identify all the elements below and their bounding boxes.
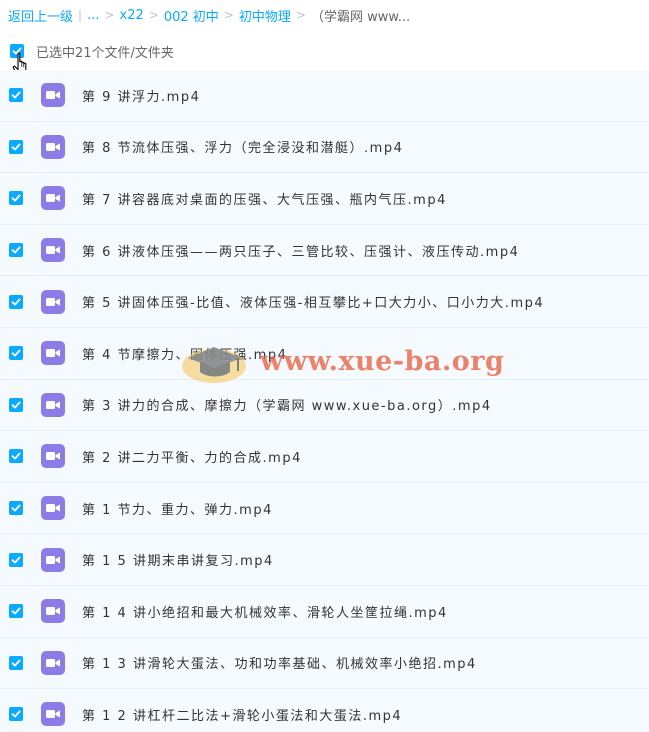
video-file-icon (41, 599, 65, 624)
video-file-icon (41, 547, 65, 572)
video-camera-icon (46, 504, 60, 513)
select-all-bar: 已选中21个文件/文件夹 (0, 34, 649, 68)
file-checkbox[interactable] (9, 449, 23, 464)
check-icon (11, 349, 21, 357)
file-checkbox[interactable] (9, 397, 23, 412)
video-camera-icon (46, 246, 60, 255)
breadcrumb-arrow: > (104, 8, 115, 22)
file-name[interactable]: 第 3 讲力的合成、摩擦力（学霸网 www.xue-ba.org）.mp4 (82, 395, 492, 414)
file-checkbox[interactable] (9, 707, 23, 722)
video-file-icon (41, 650, 65, 675)
video-camera-icon (46, 297, 60, 306)
back-link[interactable]: 返回上一级 (8, 6, 73, 25)
video-file-icon (41, 186, 65, 211)
breadcrumb-ellipsis[interactable]: ... (87, 8, 99, 23)
video-file-icon (41, 444, 65, 469)
check-icon (11, 607, 21, 615)
video-camera-icon (46, 194, 60, 203)
check-icon (11, 659, 21, 667)
check-icon (11, 298, 21, 306)
video-file-icon (41, 392, 65, 417)
file-name[interactable]: 第 5 讲固体压强-比值、液体压强-相互攀比+口大力小、口小力大.mp4 (82, 292, 544, 311)
file-name[interactable]: 第 1 5 讲期末串讲复习.mp4 (82, 550, 274, 569)
file-name[interactable]: 第 9 讲浮力.mp4 (82, 86, 200, 105)
video-file-icon (41, 134, 65, 159)
video-file-icon (41, 289, 65, 314)
file-row[interactable]: 第 1 4 讲小绝招和最大机械效率、滑轮人坐筐拉绳.mp4 (0, 585, 649, 638)
breadcrumb-arrow: > (295, 8, 306, 22)
file-name[interactable]: 第 8 节流体压强、浮力（完全浸没和潜艇）.mp4 (82, 137, 403, 156)
breadcrumb: 返回上一级 | ... > x22 > 002 初中 > 初中物理 > （学霸网… (0, 0, 649, 30)
video-file-icon (41, 83, 65, 108)
file-checkbox[interactable] (9, 501, 23, 516)
video-file-icon (41, 341, 65, 366)
check-icon (11, 401, 21, 409)
file-row[interactable]: 第 3 讲力的合成、摩擦力（学霸网 www.xue-ba.org）.mp4 (0, 379, 649, 432)
breadcrumb-arrow: > (148, 8, 159, 22)
selection-count-label: 已选中21个文件/文件夹 (36, 45, 174, 61)
video-camera-icon (46, 349, 60, 358)
file-row[interactable]: 第 6 讲液体压强——两只压子、三管比较、压强计、液压传动.mp4 (0, 224, 649, 277)
file-list: 第 9 讲浮力.mp4 第 8 节流体压强、浮力（完全浸没和潜艇）.mp4 第 7 … (0, 70, 649, 732)
breadcrumb-current: （学霸网 www... (310, 9, 411, 25)
file-checkbox[interactable] (9, 191, 23, 206)
file-name[interactable]: 第 2 讲二力平衡、力的合成.mp4 (82, 447, 302, 466)
breadcrumb-item-x22[interactable]: x22 (120, 8, 144, 23)
file-checkbox[interactable] (9, 552, 23, 567)
video-file-icon (41, 238, 65, 263)
file-checkbox[interactable] (9, 88, 23, 103)
check-icon (11, 246, 21, 254)
file-row[interactable]: 第 5 讲固体压强-比值、液体压强-相互攀比+口大力小、口小力大.mp4 (0, 276, 649, 328)
check-icon (11, 504, 21, 512)
video-file-icon (41, 702, 65, 727)
file-name[interactable]: 第 6 讲液体压强——两只压子、三管比较、压强计、液压传动.mp4 (82, 241, 519, 260)
check-icon (11, 91, 21, 99)
file-row[interactable]: 第 1 5 讲期末串讲复习.mp4 (0, 534, 649, 586)
file-row[interactable]: 第 8 节流体压强、浮力（完全浸没和潜艇）.mp4 (0, 121, 649, 174)
file-row[interactable]: 第 4 节摩擦力、固体压强.mp4 (0, 327, 649, 380)
check-icon (11, 194, 21, 202)
check-icon (11, 143, 21, 151)
video-camera-icon (46, 555, 60, 564)
file-checkbox[interactable] (9, 139, 23, 154)
file-row[interactable]: 第 2 讲二力平衡、力的合成.mp4 (0, 431, 649, 483)
breadcrumb-item-physics[interactable]: 初中物理 (239, 6, 291, 25)
file-name[interactable]: 第 4 节摩擦力、固体压强.mp4 (82, 344, 287, 363)
file-checkbox[interactable] (9, 294, 23, 309)
video-camera-icon (46, 91, 60, 100)
file-checkbox[interactable] (9, 655, 23, 670)
file-row[interactable]: 第 1 3 讲滑轮大蛋法、功和功率基础、机械效率小绝招.mp4 (0, 637, 649, 690)
file-row[interactable]: 第 1 2 讲杠杆二比法+滑轮小蛋法和大蛋法.mp4 (0, 689, 649, 732)
breadcrumb-arrow: > (223, 8, 234, 22)
file-name[interactable]: 第 1 3 讲滑轮大蛋法、功和功率基础、机械效率小绝招.mp4 (82, 653, 477, 672)
video-camera-icon (46, 142, 60, 151)
file-checkbox[interactable] (9, 243, 23, 258)
breadcrumb-item-middle-school[interactable]: 002 初中 (164, 6, 219, 25)
file-row[interactable]: 第 9 讲浮力.mp4 (0, 70, 649, 122)
file-name[interactable]: 第 1 节力、重力、弹力.mp4 (82, 499, 273, 518)
file-row[interactable]: 第 1 节力、重力、弹力.mp4 (0, 482, 649, 535)
breadcrumb-divider: | (78, 8, 83, 22)
check-icon (11, 710, 21, 718)
file-name[interactable]: 第 1 4 讲小绝招和最大机械效率、滑轮人坐筐拉绳.mp4 (82, 602, 448, 621)
check-icon (11, 452, 21, 460)
video-camera-icon (46, 658, 60, 667)
file-row[interactable]: 第 7 讲容器底对桌面的压强、大气压强、瓶内气压.mp4 (0, 173, 649, 225)
file-checkbox[interactable] (9, 346, 23, 361)
file-checkbox[interactable] (9, 604, 23, 619)
video-camera-icon (46, 607, 60, 616)
video-camera-icon (46, 710, 60, 719)
check-icon (11, 556, 21, 564)
video-file-icon (41, 496, 65, 521)
file-name[interactable]: 第 7 讲容器底对桌面的压强、大气压强、瓶内气压.mp4 (82, 189, 447, 208)
video-camera-icon (46, 452, 60, 461)
video-camera-icon (46, 400, 60, 409)
file-name[interactable]: 第 1 2 讲杠杆二比法+滑轮小蛋法和大蛋法.mp4 (82, 705, 402, 724)
